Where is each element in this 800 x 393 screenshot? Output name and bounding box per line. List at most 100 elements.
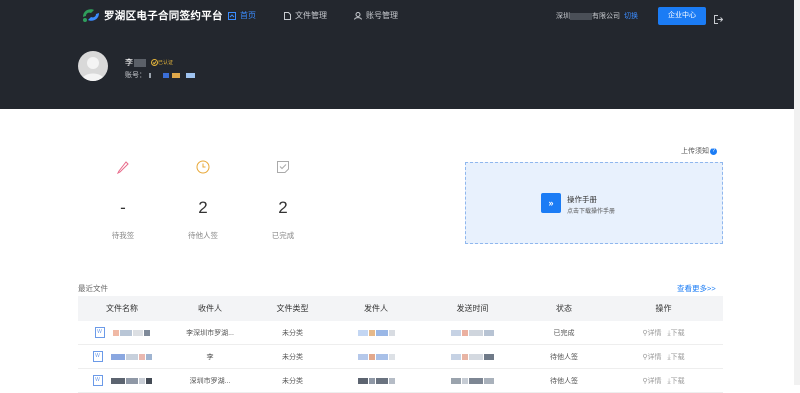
receiver-cell: 李深圳市罗湖... [186,329,234,337]
col-file-type: 文件类型 [276,304,309,313]
detail-link[interactable]: ⚲详情 [642,376,661,386]
file-icon: W [92,375,103,386]
send-time-cell [421,329,524,336]
top-nav: 罗湖区电子合同签约平台 首页 文件管理 账号管理 深圳 有限公司 切换 企业中心 [0,0,800,32]
redacted-block [357,377,395,384]
nav-file-management[interactable]: 文件管理 [284,10,327,21]
upload-notice-link[interactable]: 上传须知? [681,146,717,156]
upload-notice-label: 上传须知 [681,148,709,155]
file-type-cell: 未分类 [282,353,303,361]
stat-to-sign[interactable]: - 待我签 [80,160,166,241]
redacted-block [451,329,494,336]
stat-completed-value: 2 [278,198,288,217]
sender-cell [331,329,421,336]
account-number: 账号： [125,70,195,80]
detail-link[interactable]: ⚲详情 [642,328,661,338]
receiver-cell: 李 [206,353,214,361]
company-info: 深圳 有限公司 切换 [556,11,638,21]
stat-others-to-sign-value: 2 [198,198,208,217]
table-row[interactable]: W 李 未分类 待他人签 ⚲详情 ⤓下载 [78,345,723,369]
manual-title: 操作手册 [567,195,597,204]
col-receiver: 收件人 [198,304,222,313]
signing-stats: - 待我签 2 待他人签 2 已完成 [80,160,410,250]
verified-badge: 已认证 [151,59,173,66]
logo[interactable]: 罗湖区电子合同签约平台 [80,5,223,25]
col-status: 状态 [556,304,572,313]
table-row[interactable]: W 李深圳市罗湖... 未分类 已完成 ⚲详情 ⤓下载 [78,321,723,345]
redacted-block [570,12,592,20]
logout-icon[interactable] [714,11,724,29]
download-link[interactable]: ⤓下载 [668,328,685,338]
nav-account-management-label: 账号管理 [366,11,398,20]
status-cell: 待他人签 [550,377,578,385]
manual-subtitle: 点击下载操作手册 [567,209,616,215]
sender-cell [331,377,421,384]
clock-icon [160,160,246,180]
manual-download-panel[interactable]: » 操作手册 点击下载操作手册 [465,162,723,244]
stat-to-sign-value: - [120,198,126,217]
home-icon [228,11,236,20]
file-name-cell[interactable]: W [78,351,166,362]
username-text: 李 [125,58,133,67]
stat-others-to-sign-label: 待他人签 [188,231,218,240]
done-icon [240,160,326,180]
recent-files-table: 文件名称 收件人 文件类型 发件人 发送时间 状态 操作 W 李深圳市罗湖...… [78,296,723,393]
status-cell: 待他人签 [550,353,578,361]
platform-title: 罗湖区电子合同签约平台 [104,9,223,22]
redacted-block [110,353,152,360]
stat-completed[interactable]: 2 已完成 [240,160,326,241]
nav-home[interactable]: 首页 [228,10,256,21]
send-time-cell [421,353,524,360]
manual-download-button[interactable]: » [541,193,561,213]
company-suffix: 有限公司 [592,13,620,20]
recent-files-title: 最近文件 [78,284,108,293]
nav-account-management[interactable]: 账号管理 [354,10,398,21]
redacted-block [451,377,494,384]
file-type-cell: 未分类 [282,377,303,385]
col-send-time: 发送时间 [456,304,489,313]
status-cell: 已完成 [553,329,575,337]
col-sender: 发件人 [364,304,388,313]
nav-home-label: 首页 [240,11,256,20]
stat-to-sign-label: 待我签 [111,231,135,240]
actions-cell: ⚲详情 ⤓下载 [604,352,723,362]
table-row[interactable]: W 深圳市罗湖... 未分类 待他人签 ⚲详情 ⤓下载 [78,369,723,393]
account-label: 账号： [125,72,146,79]
pen-icon [80,160,166,180]
verified-icon [151,59,158,66]
actions-cell: ⚲详情 ⤓下载 [604,376,723,386]
redacted-block [451,353,494,360]
download-link[interactable]: ⤓下载 [668,352,685,362]
logo-mark-icon [80,5,100,25]
stat-others-to-sign[interactable]: 2 待他人签 [160,160,246,241]
file-icon: W [92,351,103,362]
redacted-block [110,377,152,384]
detail-link[interactable]: ⚲详情 [642,352,661,362]
file-icon [284,11,291,20]
page-scrollbar[interactable] [794,0,800,385]
user-icon [354,11,362,20]
sender-cell [331,353,421,360]
switch-company-link[interactable]: 切换 [624,13,638,20]
verified-label: 已认证 [158,60,174,66]
redacted-block [357,329,395,336]
redacted-block [134,58,146,67]
business-center-button[interactable]: 企业中心 [658,7,706,25]
send-time-cell [421,377,524,384]
file-name-cell[interactable]: W [78,375,166,386]
avatar [78,51,108,81]
help-icon: ? [710,147,717,155]
table-header: 文件名称 收件人 文件类型 发件人 发送时间 状态 操作 [78,296,723,321]
company-prefix: 深圳 [556,13,570,20]
receiver-cell: 深圳市罗湖... [189,377,231,385]
file-type-cell: 未分类 [282,329,303,337]
col-file-name: 文件名称 [106,304,138,313]
username: 李 已认证 [125,57,173,68]
file-icon: W [94,327,105,338]
nav-file-management-label: 文件管理 [295,11,327,20]
file-name-cell[interactable]: W [78,327,166,338]
download-link[interactable]: ⤓下载 [668,376,685,386]
redacted-block [112,329,150,336]
view-more-link[interactable]: 查看更多>> [677,283,716,294]
actions-cell: ⚲详情 ⤓下载 [604,328,723,338]
